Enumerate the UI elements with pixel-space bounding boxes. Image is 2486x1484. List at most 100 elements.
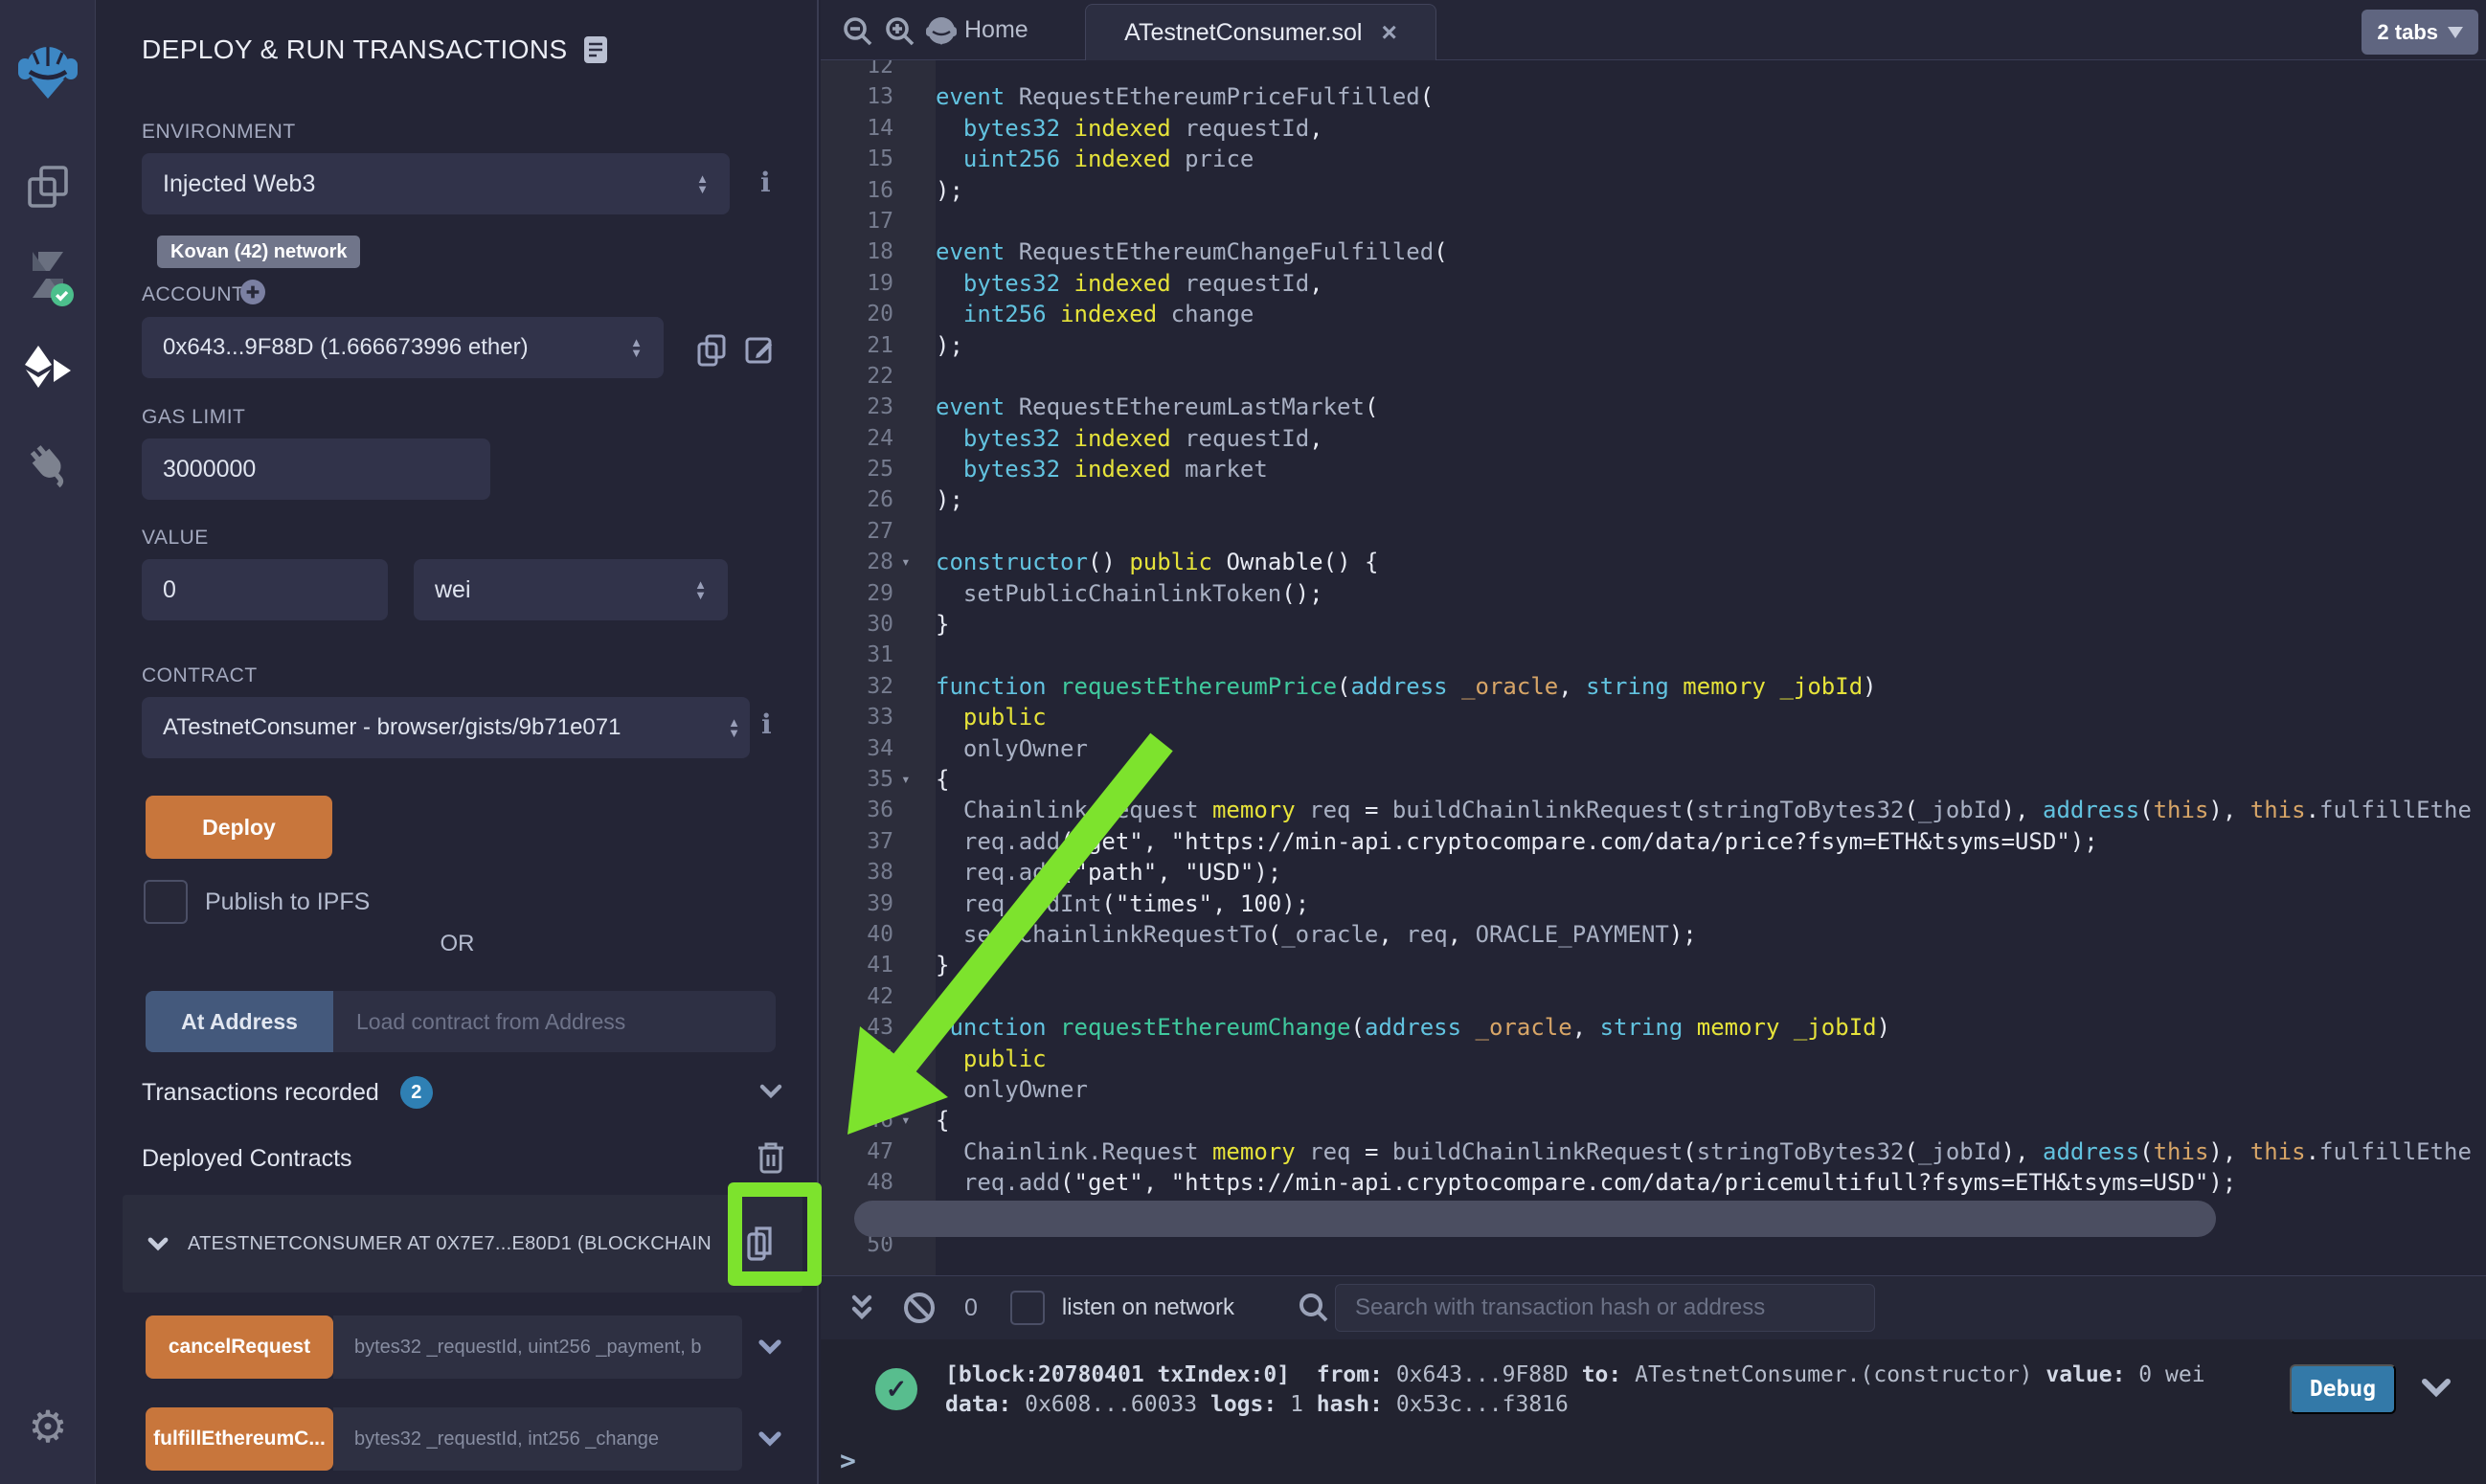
code-line[interactable]: 18event RequestEthereumChangeFulfilled( [821,236,2486,267]
terminal-search-input[interactable]: Search with transaction hash or address [1335,1284,1875,1332]
terminal-collapse-icon[interactable] [848,1293,876,1323]
editor-area: Home ATestnetConsumer.sol × 2 tabs 1213e… [821,0,2486,1484]
code-line[interactable]: 30} [821,609,2486,640]
code-line[interactable]: 22 [821,361,2486,392]
file-explorer-icon[interactable] [0,153,96,220]
panel-title-row: DEPLOY & RUN TRANSACTIONS [142,34,608,65]
deployed-instance-header[interactable]: ATESTNETCONSUMER AT 0X7E7...E80D1 (BLOCK… [123,1195,802,1293]
code-line[interactable]: 47 Chainlink.Request memory req = buildC… [821,1136,2486,1167]
contract-value: ATestnetConsumer - browser/gists/9b71e07… [163,714,718,741]
transactions-chevron-icon[interactable] [757,1076,785,1105]
plugin-manager-icon[interactable] [0,431,96,498]
code-line[interactable]: 42 [821,981,2486,1012]
code-line[interactable]: 41} [821,950,2486,980]
account-select[interactable]: 0x643...9F88D (1.666673996 ether) ▲▼ [142,317,664,378]
horizontal-scrollbar[interactable] [854,1201,2216,1237]
contract-select[interactable]: ATestnetConsumer - browser/gists/9b71e07… [142,697,750,758]
instance-expand-chevron-icon[interactable] [146,1231,170,1256]
zoom-out-icon[interactable] [842,15,874,48]
environment-select[interactable]: Injected Web3 ▲▼ [142,153,730,214]
code-line[interactable]: 34 onlyOwner [821,733,2486,764]
clear-console-icon[interactable] [903,1292,936,1324]
add-account-icon[interactable] [239,279,266,305]
code-line[interactable]: 14 bytes32 indexed requestId, [821,113,2486,144]
fulfill-ethereum-button[interactable]: fulfillEthereumC... [146,1407,333,1471]
expand-log-chevron-icon[interactable] [2418,1372,2454,1405]
code-line[interactable]: 23event RequestEthereumLastMarket( [821,392,2486,422]
solidity-compiler-icon[interactable] [0,244,96,311]
code-line[interactable]: 44 public [821,1044,2486,1074]
settings-gear-icon[interactable]: ⚙ [0,1393,96,1460]
code-line[interactable]: 12 [821,60,2486,81]
gas-limit-value: 3000000 [163,456,469,483]
code-line[interactable]: 46▾{ [821,1105,2486,1135]
tx-log-line-1[interactable]: [block:20780401 txIndex:0] from: 0x643..… [945,1362,2218,1387]
code-line[interactable]: 13event RequestEthereumPriceFulfilled( [821,81,2486,112]
code-line[interactable]: 31 [821,640,2486,670]
tab-label: ATestnetConsumer.sol [1124,19,1362,47]
select-stepper-icon: ▲▼ [728,717,740,738]
code-line[interactable]: 17 [821,206,2486,236]
deploy-run-icon[interactable] [0,337,96,404]
code-editor[interactable]: 1213event RequestEthereumPriceFulfilled(… [821,60,2486,1275]
code-line[interactable]: 37 req.add("get", "https://min-api.crypt… [821,826,2486,857]
code-line[interactable]: 24 bytes32 indexed requestId, [821,423,2486,454]
value-unit-select[interactable]: wei ▲▼ [414,559,728,620]
gas-limit-label: GAS LIMIT [142,406,245,429]
value-input[interactable]: 0 [142,559,388,620]
terminal-prompt[interactable]: > [840,1445,856,1476]
deployed-contracts-label: Deployed Contracts [142,1145,352,1173]
at-address-button[interactable]: At Address [146,991,333,1052]
expand-params-chevron-icon[interactable] [756,1425,784,1453]
code-line[interactable]: 29 setPublicChainlinkToken(); [821,578,2486,609]
code-line[interactable]: 33 public [821,702,2486,732]
code-line[interactable]: 15 uint256 indexed price [821,144,2486,174]
code-line[interactable]: 36 Chainlink.Request memory req = buildC… [821,795,2486,825]
tab-bar: Home ATestnetConsumer.sol × 2 tabs [821,0,2486,60]
environment-info-icon[interactable]: i [760,167,771,198]
copy-account-icon[interactable] [695,332,728,367]
code-line[interactable]: 28▾constructor() public Ownable() { [821,547,2486,577]
edit-account-icon[interactable] [743,333,776,366]
pending-tx-count: 0 [964,1294,978,1322]
tab-home[interactable]: Home [964,0,1028,60]
code-line[interactable]: 32function requestEthereumPrice(address … [821,671,2486,702]
cancel-request-params-input[interactable]: bytes32 _requestId, uint256 _payment, b [333,1315,742,1379]
transactions-recorded-row: Transactions recorded 2 [142,1076,433,1109]
expand-params-chevron-icon[interactable] [756,1333,784,1361]
gas-limit-input[interactable]: 3000000 [142,438,490,500]
code-line[interactable]: 38 req.add("path", "USD"); [821,857,2486,888]
code-line[interactable]: 16); [821,175,2486,206]
debug-button[interactable]: Debug [2290,1364,2396,1414]
cancel-request-button[interactable]: cancelRequest [146,1315,333,1379]
clear-instances-trash-icon[interactable] [755,1139,787,1176]
close-tab-icon[interactable]: × [1381,17,1396,48]
deploy-button[interactable]: Deploy [146,796,332,859]
zoom-in-icon[interactable] [884,15,916,48]
at-address-input[interactable]: Load contract from Address [333,991,776,1052]
search-icon [1298,1292,1330,1324]
code-line[interactable]: 39 req.addInt("times", 100); [821,888,2486,919]
account-value: 0x643...9F88D (1.666673996 ether) [163,334,621,361]
home-logo-icon[interactable] [924,13,959,48]
fulfill-ethereum-params-input[interactable]: bytes32 _requestId, int256 _change [333,1407,742,1471]
code-line[interactable]: 21); [821,330,2486,361]
tabs-count-button[interactable]: 2 tabs [2362,10,2478,55]
code-line[interactable]: 26); [821,484,2486,515]
activity-bar: ⚙ [0,0,96,1484]
code-line[interactable]: 48 req.add("get", "https://min-api.crypt… [821,1167,2486,1198]
code-line[interactable]: 27 [821,516,2486,547]
code-line[interactable]: 40 sendChainlinkRequestTo(_oracle, req, … [821,919,2486,950]
code-line[interactable]: 43function requestEthereumChange(address… [821,1012,2486,1043]
tab-atestnetconsumer[interactable]: ATestnetConsumer.sol × [1085,4,1436,60]
tx-log-line-2[interactable]: data: 0x608...60033 logs: 1 hash: 0x53c.… [945,1392,1569,1417]
tabs-count-label: 2 tabs [2377,20,2438,45]
publish-ipfs-checkbox[interactable] [144,880,188,924]
code-line[interactable]: 25 bytes32 indexed market [821,454,2486,484]
code-line[interactable]: 45 onlyOwner [821,1074,2486,1105]
contract-info-icon[interactable]: i [761,708,772,740]
listen-network-checkbox[interactable] [1010,1291,1045,1325]
code-line[interactable]: 35▾{ [821,764,2486,795]
code-line[interactable]: 19 bytes32 indexed requestId, [821,268,2486,299]
code-line[interactable]: 20 int256 indexed change [821,299,2486,329]
